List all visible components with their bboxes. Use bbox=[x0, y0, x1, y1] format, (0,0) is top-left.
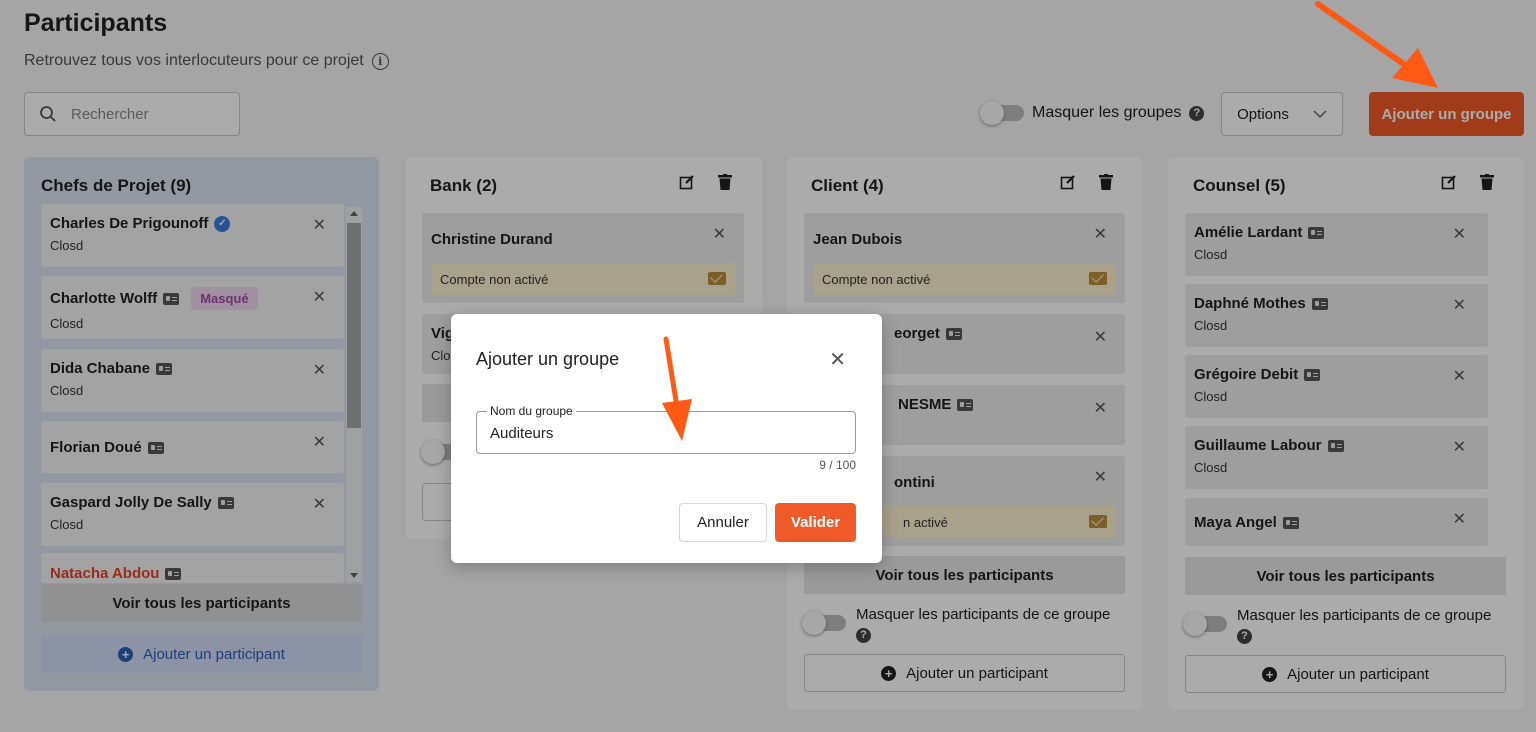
group-name-input[interactable]: Auditeurs bbox=[490, 425, 553, 442]
dialog-title: Ajouter un groupe bbox=[476, 349, 620, 369]
validate-button[interactable]: Valider bbox=[775, 503, 856, 542]
char-counter: 9 / 100 bbox=[819, 458, 856, 472]
add-group-dialog: Ajouter un groupe ✕ Nom du groupe Audite… bbox=[451, 314, 882, 563]
group-name-field[interactable]: Nom du groupe Auditeurs bbox=[476, 404, 856, 454]
group-name-label: Nom du groupe bbox=[487, 404, 576, 418]
close-icon[interactable]: ✕ bbox=[829, 350, 846, 370]
cancel-button[interactable]: Annuler bbox=[679, 503, 767, 542]
